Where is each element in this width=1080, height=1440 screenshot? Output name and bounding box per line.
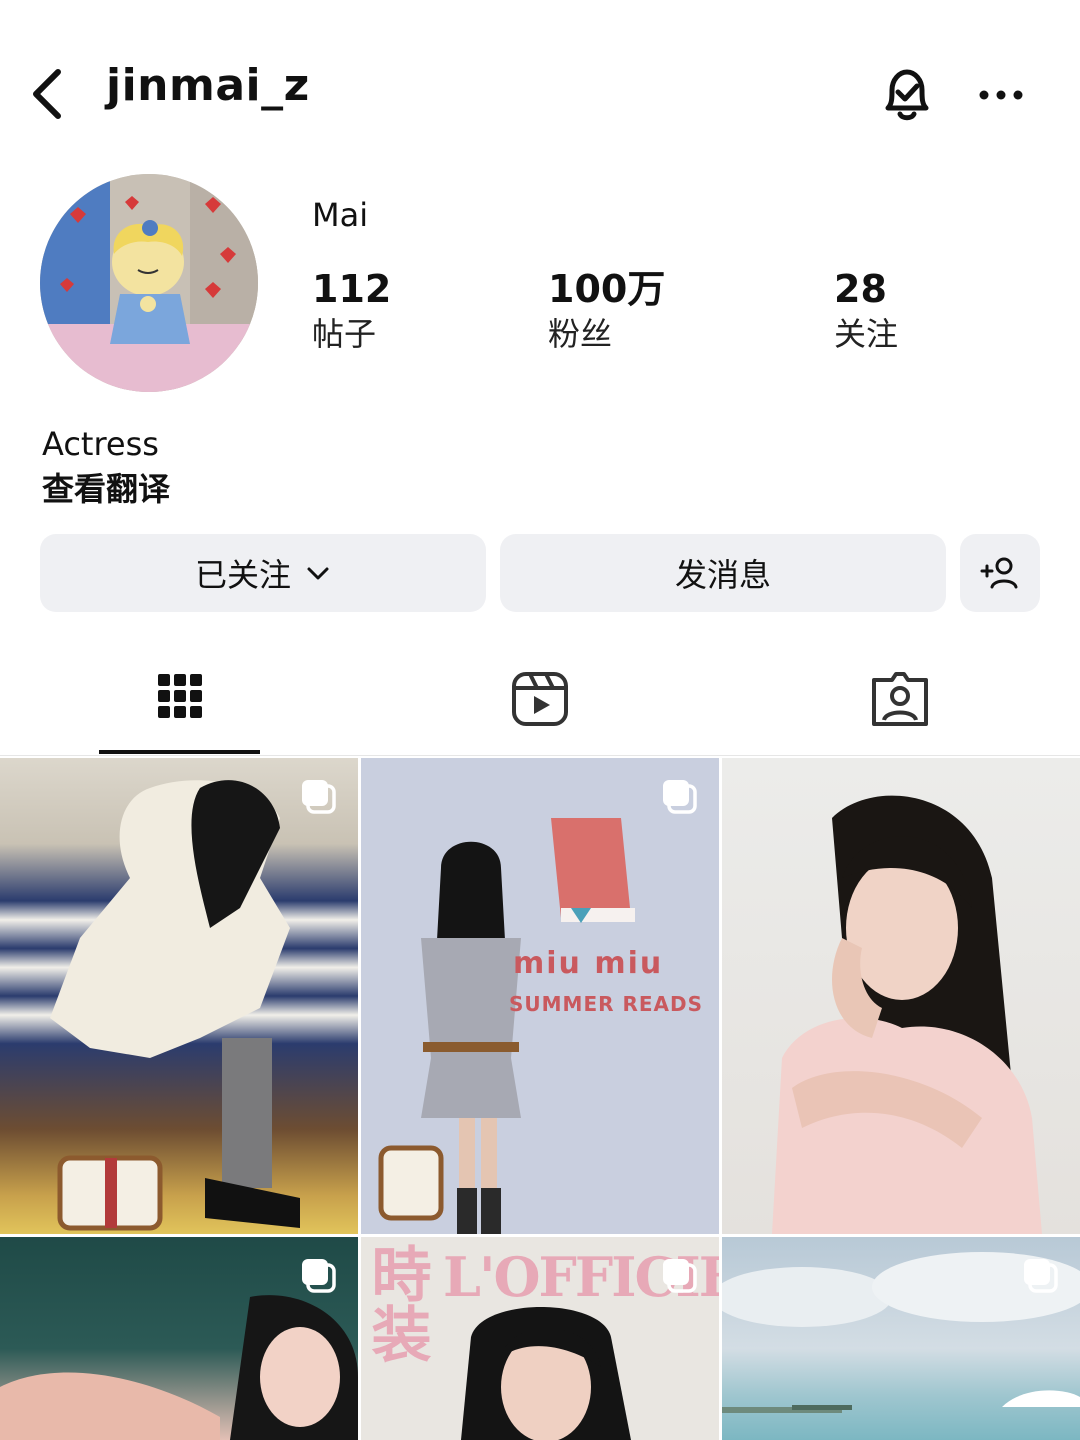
suggested-users-button[interactable] [960,534,1040,612]
bio-text: Actress [42,425,159,463]
tab-posts-grid[interactable] [150,668,210,728]
multiple-photos-icon [302,780,336,814]
multiple-photos-icon [302,1259,336,1293]
backdrop-brand-text: miu miu [513,946,664,981]
bell-check-icon [885,69,929,121]
followers-count-label: 粉丝 [548,315,613,353]
notifications-button[interactable] [874,62,940,128]
chevron-left-icon [33,69,61,119]
message-button[interactable]: 发消息 [500,534,946,612]
multiple-photos-icon [1024,1259,1058,1293]
multiple-photos-icon [663,780,697,814]
profile-avatar[interactable] [40,174,258,392]
post-thumbnail[interactable]: miu miu SUMMER READS [361,758,719,1234]
add-person-icon [980,557,1018,589]
more-options-button[interactable] [974,70,1028,120]
grid-icon [158,674,202,718]
post-thumbnail[interactable] [722,1237,1080,1440]
multiple-photos-icon [663,1259,697,1293]
reels-icon [512,672,568,726]
post-thumbnail[interactable] [0,758,358,1234]
following-count[interactable]: 28 关注 [834,266,898,356]
magazine-cn-title: 時装 [361,1243,431,1363]
posts-grid: miu miu SUMMER READS 時装 L'OFFIC [0,758,1080,1440]
posts-count[interactable]: 112 帖子 [312,266,391,356]
posts-count-label: 帖子 [312,315,377,353]
following-count-label: 关注 [834,315,899,353]
active-tab-indicator [99,750,260,754]
posts-count-value: 112 [312,267,392,311]
following-count-value: 28 [834,267,887,311]
post-thumbnail[interactable] [0,1237,358,1440]
message-button-label: 发消息 [674,556,771,594]
more-horizontal-icon [979,90,1023,100]
back-button[interactable] [24,62,80,126]
profile-page: jinmai_z Mai 112 帖子 100万 粉丝 28 关注 Actres… [0,0,1080,1440]
tab-tagged[interactable] [870,668,930,728]
following-button[interactable]: 已关注 [40,534,486,612]
followers-count-value: 100万 [548,267,666,311]
tagged-person-icon [872,672,928,726]
post-photo [50,780,300,1231]
post-photo [772,795,1042,1234]
profile-tabs [0,650,1080,756]
username-title: jinmai_z [106,60,310,111]
following-button-label: 已关注 [194,556,291,594]
backdrop-subtitle-text: SUMMER READS [509,992,704,1016]
see-translation-link[interactable]: 查看翻译 [42,468,170,510]
tab-reels[interactable] [510,668,570,728]
followers-count[interactable]: 100万 粉丝 [548,266,665,356]
profile-header: jinmai_z [0,40,1080,150]
post-thumbnail[interactable]: 時装 L'OFFICIEL [361,1237,719,1440]
chevron-down-icon [305,560,331,586]
display-name: Mai [312,196,369,234]
post-thumbnail[interactable] [722,758,1080,1234]
avatar-illustration [40,174,258,392]
